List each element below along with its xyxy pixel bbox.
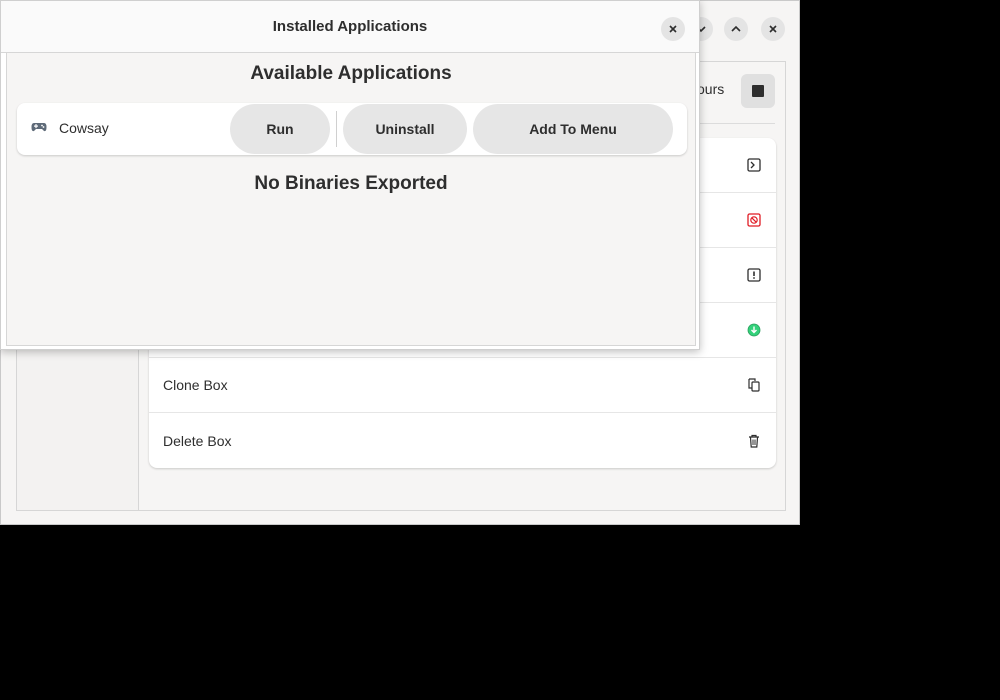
gamepad-icon	[31, 121, 47, 136]
installed-applications-dialog: Installed Applications Available Applica…	[0, 0, 700, 350]
trash-icon	[749, 434, 759, 448]
run-button[interactable]: Run	[230, 104, 330, 154]
dialog-header: Installed Applications	[1, 1, 699, 53]
alert-icon	[747, 268, 761, 282]
delete-box-label: Delete Box	[163, 432, 232, 449]
terminal-icon	[747, 158, 761, 172]
section-title: Available Applications	[250, 63, 452, 84]
close-icon	[669, 25, 677, 33]
action-row-delete[interactable]: Delete Box	[149, 413, 776, 468]
chevron-up-icon[interactable]	[724, 17, 748, 41]
stop-icon	[752, 85, 764, 97]
divider	[336, 111, 337, 147]
clone-box-label: Clone Box	[163, 377, 228, 393]
app-row: Cowsay Run Uninstall Add To Menu	[17, 103, 687, 155]
add-to-menu-button[interactable]: Add To Menu	[473, 104, 673, 154]
uninstall-button[interactable]: Uninstall	[343, 104, 467, 154]
stop-button[interactable]	[741, 74, 775, 108]
dialog-body: Available Applications Cowsay Run Uninst…	[6, 53, 696, 346]
upgrade-icon	[747, 323, 761, 337]
stop-circle-icon	[747, 213, 761, 227]
empty-binaries-label: No Binaries Exported	[254, 173, 448, 194]
status-text: ours	[697, 81, 725, 97]
clone-icon	[748, 378, 760, 392]
close-icon[interactable]	[761, 17, 785, 41]
dialog-close-button[interactable]	[661, 17, 685, 41]
app-name: Cowsay	[59, 120, 109, 136]
dialog-title: Installed Applications	[272, 18, 428, 35]
action-row-clone[interactable]: Clone Box	[149, 358, 776, 413]
